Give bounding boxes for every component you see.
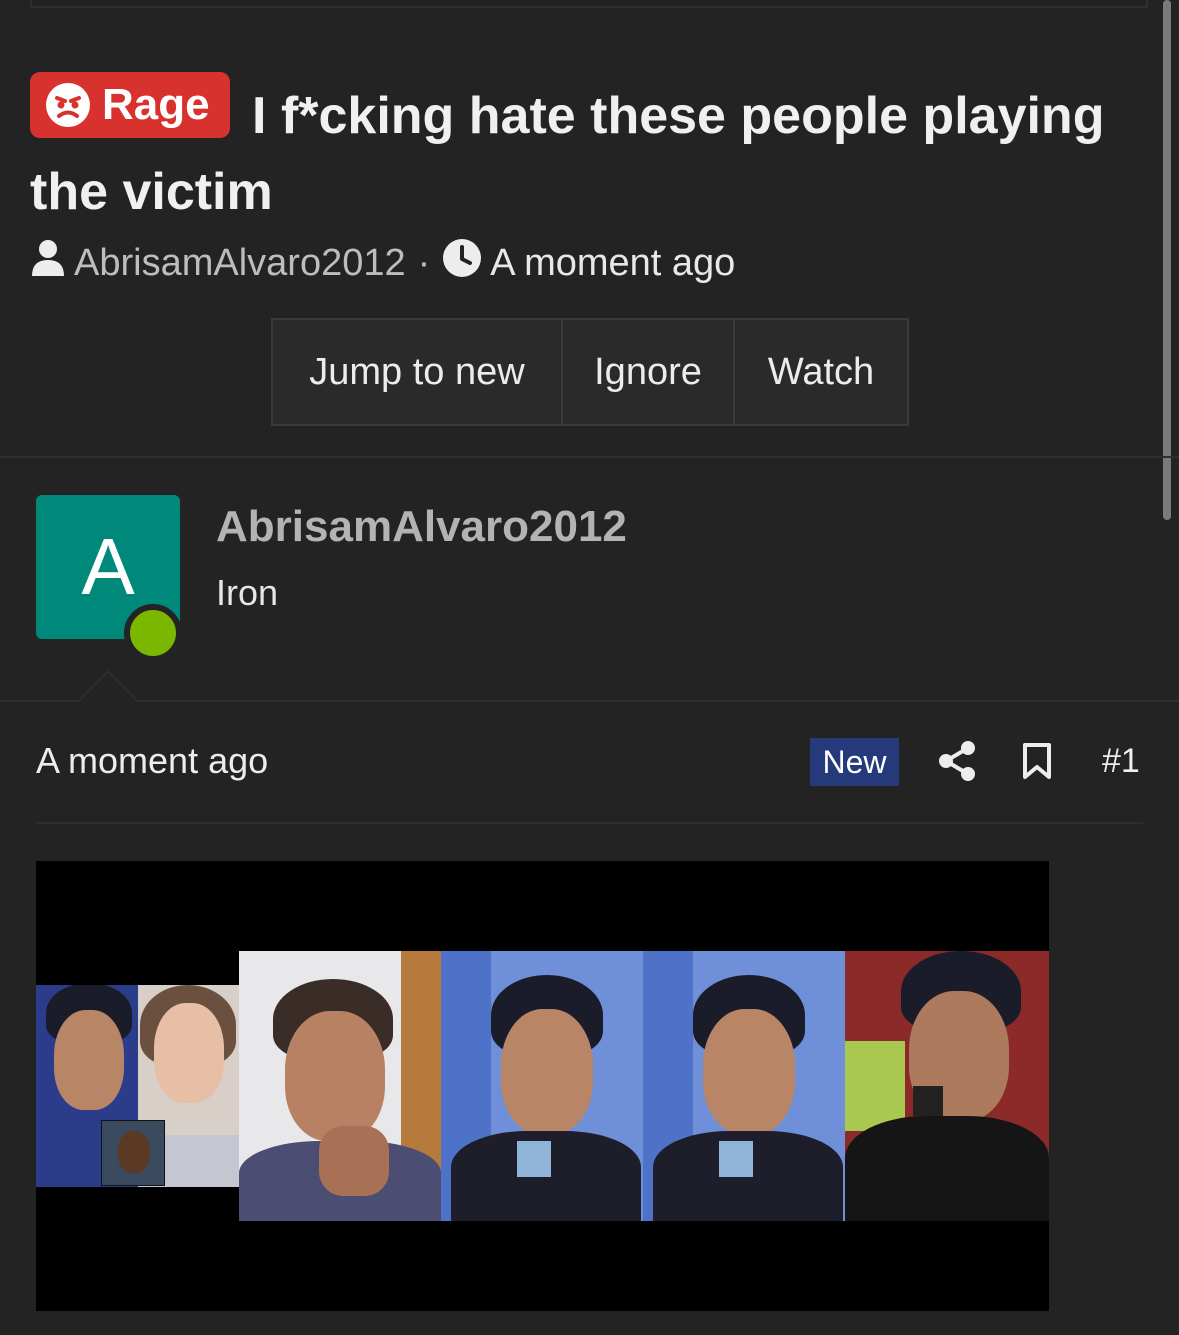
rage-prefix-badge[interactable]: Rage (30, 72, 230, 138)
thread-meta: AbrisamAlvaro2012 · A moment ago (30, 238, 735, 288)
prefix-label: Rage (102, 80, 210, 129)
jump-to-new-button[interactable]: Jump to new (273, 320, 563, 424)
section-divider (0, 456, 1179, 458)
scrollbar[interactable] (1163, 0, 1171, 520)
angry-face-icon (46, 83, 90, 127)
ignore-button[interactable]: Ignore (563, 320, 735, 424)
avatar-letter: A (81, 522, 135, 611)
thread-start-time[interactable]: A moment ago (490, 242, 735, 285)
post-time[interactable]: A moment ago (36, 740, 268, 782)
thread-page: Rage I f*cking hate these people playing… (0, 0, 1179, 1335)
meta-separator: · (417, 241, 431, 284)
attached-screenshot-image[interactable] (36, 861, 1049, 1311)
post-author-name[interactable]: AbrisamAlvaro2012 (216, 502, 627, 552)
photo-frame-2 (239, 951, 441, 1221)
thread-author-link[interactable]: AbrisamAlvaro2012 (74, 242, 406, 285)
thread-title: Rage I f*cking hate these people playing… (30, 72, 1140, 230)
clock-icon (442, 238, 482, 288)
photo-frame-3 (441, 951, 643, 1221)
user-block-arrow-fill (78, 673, 138, 703)
photo-frame-4 (643, 951, 845, 1221)
online-status-indicator (124, 604, 182, 662)
watch-button[interactable]: Watch (735, 320, 907, 424)
photo-frame-5 (845, 951, 1049, 1221)
post-header-divider (0, 700, 1179, 702)
post-body-divider (36, 822, 1143, 824)
post-author-rank: Iron (216, 572, 279, 613)
share-icon[interactable] (938, 740, 976, 787)
photo-frame-1 (36, 985, 239, 1187)
post-number-link[interactable]: #1 (1102, 742, 1140, 781)
new-badge: New (810, 738, 899, 786)
user-icon (30, 238, 66, 288)
previous-block-edge (30, 0, 1148, 8)
thread-action-buttons: Jump to new Ignore Watch (271, 318, 909, 426)
bookmark-icon[interactable] (1022, 742, 1052, 785)
